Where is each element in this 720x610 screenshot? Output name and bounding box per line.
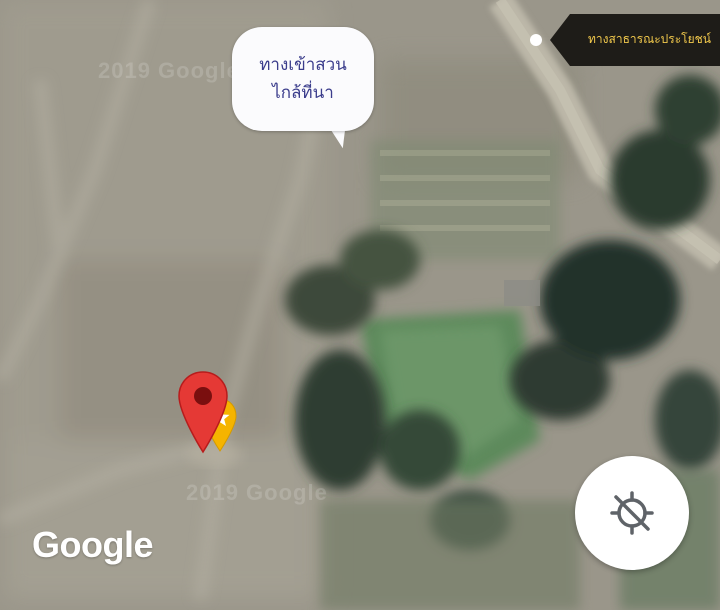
poi-label-text: ทางสาธารณะประโยชน์ (588, 32, 711, 46)
callout-bubble: ทางเข้าสวน ไกล้ที่นา (232, 27, 374, 131)
map-watermark: 2019 Google (186, 480, 328, 505)
my-location-button[interactable] (575, 456, 689, 570)
callout-line-1: ทางเข้าสวน (259, 55, 347, 75)
poi-dot[interactable] (530, 34, 542, 46)
poi-label[interactable]: ทางสาธารณะประโยชน์ (548, 12, 720, 68)
map-pin-icon[interactable] (177, 370, 229, 454)
map-watermark: 2019 Google (98, 58, 240, 83)
google-logo: Google (32, 524, 154, 565)
callout-line-2: ไกล้ที่นา (272, 83, 334, 103)
location-disabled-icon (610, 491, 654, 535)
